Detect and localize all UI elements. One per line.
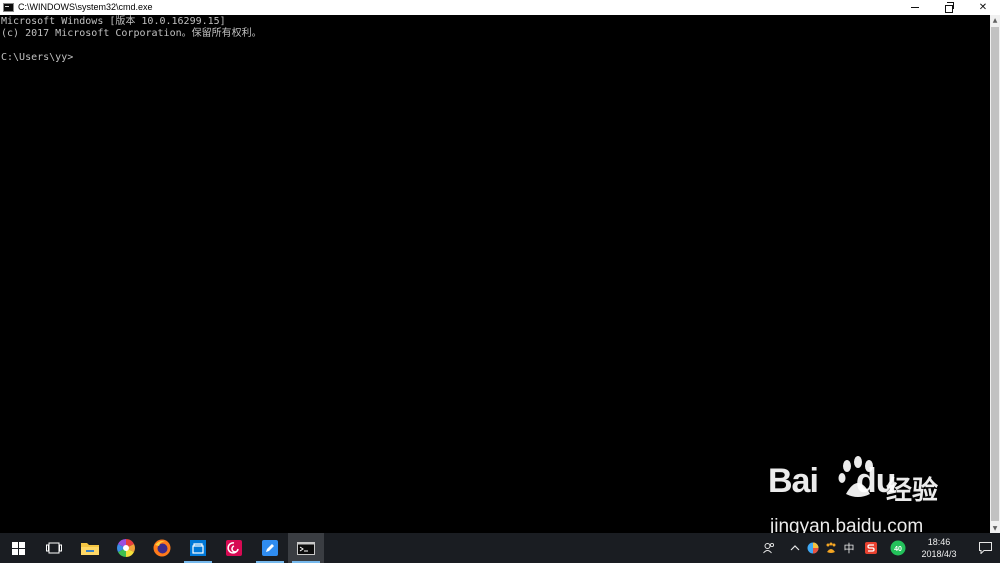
system-clock[interactable]: 18:46 2018/4/3: [914, 533, 964, 563]
folder-icon: [81, 543, 99, 555]
swirl-icon: [226, 540, 242, 556]
action-center-button[interactable]: [970, 533, 1000, 563]
scroll-down-arrow-icon[interactable]: ▼: [990, 523, 1000, 533]
watermark-jingyan-text: 经验: [886, 476, 939, 506]
taskbar: 中 40 18:46 2018/4/3: [0, 533, 1000, 563]
tray-app-paw[interactable]: [822, 533, 840, 563]
badge-count: 40: [894, 546, 902, 553]
paw-tray-icon: [826, 542, 836, 553]
window-title: C:\WINDOWS\system32\cmd.exe: [18, 2, 153, 12]
start-button[interactable]: [0, 533, 36, 563]
colorful-app-button[interactable]: [108, 533, 144, 563]
tray-app-badge[interactable]: 40: [886, 533, 910, 563]
colorful-ball-icon: [807, 542, 819, 554]
firefox-icon: [153, 539, 171, 557]
pen-icon: [262, 540, 278, 556]
scrollbar-thumb[interactable]: [991, 27, 999, 521]
close-button[interactable]: ✕: [966, 0, 1000, 15]
windows-logo-icon: [11, 541, 25, 555]
color-wheel-icon: [117, 539, 135, 557]
paw-icon: [838, 456, 873, 497]
people-button[interactable]: [760, 533, 778, 563]
baidu-jingyan-watermark: Bai du 经验 jingyan.baidu.com: [764, 454, 954, 537]
cmd-button[interactable]: [288, 533, 324, 563]
close-icon: ✕: [978, 2, 988, 13]
ime-indicator[interactable]: 中: [840, 533, 858, 563]
terminal-icon: [297, 541, 315, 555]
scroll-up-arrow-icon[interactable]: ▲: [990, 15, 1000, 25]
restore-icon: [945, 1, 954, 13]
cmd-app-icon[interactable]: [3, 3, 14, 12]
task-view-icon: [46, 542, 62, 554]
green-badge-icon: 40: [890, 540, 906, 556]
file-explorer-button[interactable]: [72, 533, 108, 563]
system-tray: 中 40 18:46 2018/4/3: [760, 533, 1000, 563]
sogou-s-icon: [865, 542, 877, 554]
minimize-icon: [911, 7, 919, 8]
restore-button[interactable]: [932, 0, 966, 15]
ime-label: 中: [843, 542, 855, 555]
console-line: (c) 2017 Microsoft Corporation。保留所有权利。: [1, 28, 262, 39]
minimize-button[interactable]: [898, 0, 932, 15]
tray-app-colorful[interactable]: [804, 533, 822, 563]
console-line: Microsoft Windows [版本 10.0.16299.15]: [1, 16, 226, 27]
firefox-button[interactable]: [144, 533, 180, 563]
note-app-button[interactable]: [252, 533, 288, 563]
console-scrollbar[interactable]: ▲ ▼: [990, 15, 1000, 533]
chevron-up-icon: [790, 545, 800, 551]
tray-app-s[interactable]: [862, 533, 880, 563]
desktop-screen: C:\WINDOWS\system32\cmd.exe ✕ Microsoft …: [0, 0, 1000, 563]
clock-time: 18:46: [927, 537, 951, 547]
store-icon: [190, 540, 206, 556]
command-prompt[interactable]: C:\Users\yy>: [1, 52, 990, 64]
debian-app-button[interactable]: [216, 533, 252, 563]
window-controls: ✕: [898, 0, 1000, 15]
clock-date: 2018/4/3: [921, 549, 957, 559]
show-hidden-icons-button[interactable]: [786, 533, 804, 563]
notification-icon: [978, 542, 992, 554]
store-button[interactable]: [180, 533, 216, 563]
window-titlebar[interactable]: C:\WINDOWS\system32\cmd.exe ✕: [0, 0, 1000, 15]
task-view-button[interactable]: [36, 533, 72, 563]
people-icon: [763, 542, 775, 554]
